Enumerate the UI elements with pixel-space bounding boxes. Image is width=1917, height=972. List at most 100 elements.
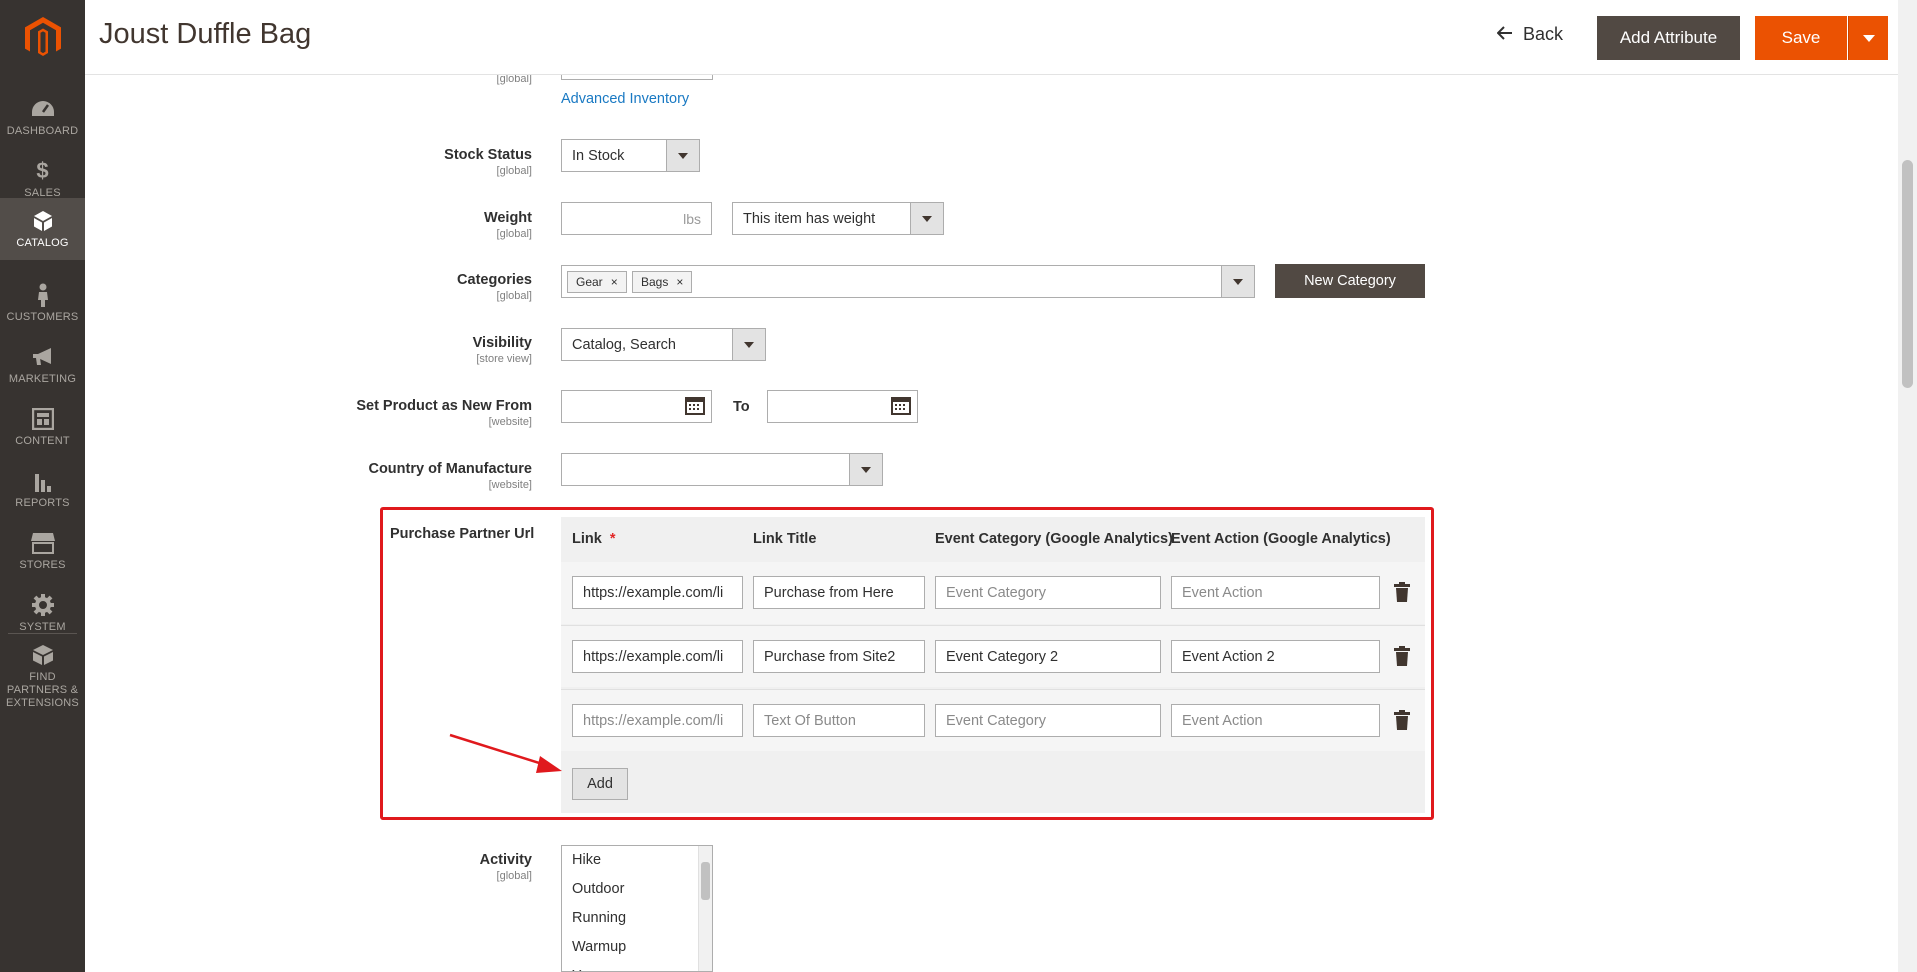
person-icon xyxy=(30,283,56,307)
table-row: https://example.com/li Purchase from Sit… xyxy=(561,625,1425,687)
page-scrollbar[interactable] xyxy=(1898,0,1917,972)
new-category-button[interactable]: New Category xyxy=(1275,264,1425,298)
list-item[interactable]: Running xyxy=(572,910,626,926)
back-label: Back xyxy=(1523,24,1564,44)
field-scope: [global] xyxy=(496,165,532,177)
purchase-partner-grid: Link * Link Title Event Category (Google… xyxy=(561,517,1425,813)
table-row: https://example.com/li Text Of Button Ev… xyxy=(561,689,1425,751)
categories-select[interactable]: Gear × Bags × xyxy=(561,265,1255,298)
stock-status-label: Stock Status xyxy=(444,147,532,163)
categories-label: Categories xyxy=(457,272,532,288)
tag-label: Gear xyxy=(576,275,603,289)
scrollbar-thumb[interactable] xyxy=(1902,160,1913,388)
trash-icon[interactable] xyxy=(1394,646,1410,666)
sidebar-item-stores[interactable]: Stores xyxy=(0,520,85,582)
dollar-icon: $ xyxy=(36,157,49,183)
megaphone-icon xyxy=(30,345,56,369)
field-scope: [global] xyxy=(496,870,532,882)
list-item[interactable]: Hike xyxy=(572,852,601,868)
link-input[interactable]: https://example.com/li xyxy=(572,640,743,673)
add-row-button[interactable]: Add xyxy=(572,768,628,800)
calendar-icon[interactable] xyxy=(685,395,705,419)
sidebar-item-label: Catalog xyxy=(16,236,69,249)
column-header-title: Link Title xyxy=(753,531,817,547)
boxes-icon xyxy=(30,643,56,667)
list-item[interactable]: Outdoor xyxy=(572,881,624,897)
link-title-input[interactable]: Text Of Button xyxy=(753,704,925,737)
stock-status-select[interactable]: In Stock xyxy=(561,139,700,172)
event-action-input[interactable]: Event Action xyxy=(1171,704,1380,737)
sidebar-item-system[interactable]: System xyxy=(0,582,85,644)
cube-icon xyxy=(30,209,56,233)
event-category-input[interactable]: Event Category 2 xyxy=(935,640,1161,673)
gear-icon xyxy=(30,593,56,617)
column-header-action: Event Action (Google Analytics) xyxy=(1171,531,1391,547)
column-header-category: Event Category (Google Analytics) xyxy=(935,531,1173,547)
list-item[interactable]: Warmup xyxy=(572,939,626,955)
remove-tag-icon[interactable]: × xyxy=(676,275,683,289)
sidebar: Dashboard $ Sales Catalog Customers Mark… xyxy=(0,0,85,972)
annotation-arrow-icon xyxy=(449,733,562,773)
calendar-icon[interactable] xyxy=(891,395,911,419)
link-title-input[interactable]: Purchase from Here xyxy=(753,576,925,609)
arrow-left-icon xyxy=(1496,24,1513,45)
page-header: Joust Duffle Bag Back Add Attribute Save xyxy=(85,0,1898,75)
select-value: This item has weight xyxy=(743,211,876,227)
new-from-label: Set Product as New From xyxy=(356,398,532,414)
back-button[interactable]: Back xyxy=(1496,24,1564,45)
event-category-input[interactable]: Event Category xyxy=(935,576,1161,609)
scrollbar[interactable] xyxy=(698,846,712,971)
trash-icon[interactable] xyxy=(1394,582,1410,602)
weight-type-select[interactable]: This item has weight xyxy=(732,202,944,235)
trash-icon[interactable] xyxy=(1394,710,1410,730)
sidebar-item-label: Marketing xyxy=(8,372,77,385)
remove-tag-icon[interactable]: × xyxy=(611,275,618,289)
sidebar-item-marketing[interactable]: Marketing xyxy=(0,334,85,396)
event-action-input[interactable]: Event Action xyxy=(1171,576,1380,609)
sidebar-item-label: Reports xyxy=(15,496,70,509)
save-options-toggle[interactable] xyxy=(1848,16,1888,60)
purchase-partner-label: Purchase Partner Url xyxy=(390,526,535,542)
storefront-icon xyxy=(30,531,56,555)
new-to-date-input[interactable] xyxy=(767,390,918,423)
activity-multiselect[interactable]: Hike Outdoor Running Warmup Y xyxy=(561,845,713,972)
page-title: Joust Duffle Bag xyxy=(99,18,312,50)
weight-label: Weight xyxy=(483,210,532,226)
link-input[interactable]: https://example.com/li xyxy=(572,704,743,737)
add-attribute-button[interactable]: Add Attribute xyxy=(1597,16,1740,60)
event-action-input[interactable]: Event Action 2 xyxy=(1171,640,1380,673)
sidebar-item-label: Dashboard xyxy=(6,124,79,137)
advanced-inventory-link[interactable]: Advanced Inventory xyxy=(561,91,689,107)
event-category-input[interactable]: Event Category xyxy=(935,704,1161,737)
bar-chart-icon xyxy=(30,469,56,493)
to-label: To xyxy=(733,399,750,415)
field-scope: [website] xyxy=(488,416,532,428)
weight-input[interactable]: lbs xyxy=(561,202,712,235)
sidebar-item-reports[interactable]: Reports xyxy=(0,458,85,520)
visibility-select[interactable]: Catalog, Search xyxy=(561,328,766,361)
sidebar-item-catalog[interactable]: Catalog xyxy=(0,198,85,260)
link-input[interactable]: https://example.com/li xyxy=(572,576,743,609)
magento-logo[interactable] xyxy=(0,0,85,75)
chevron-down-icon xyxy=(1221,266,1254,297)
sidebar-item-content[interactable]: Content xyxy=(0,396,85,458)
sidebar-item-customers[interactable]: Customers xyxy=(0,272,85,334)
chevron-down-icon xyxy=(910,203,943,234)
sidebar-item-label: Customers xyxy=(6,310,79,323)
layout-icon xyxy=(30,407,56,431)
sidebar-item-partners[interactable]: Find Partners & Extensions xyxy=(0,638,85,714)
link-title-input[interactable]: Purchase from Site2 xyxy=(753,640,925,673)
sidebar-item-label: Find Partners & Extensions xyxy=(6,670,79,709)
select-value: In Stock xyxy=(572,148,625,164)
new-from-date-input[interactable] xyxy=(561,390,712,423)
save-button[interactable]: Save xyxy=(1755,16,1847,60)
chevron-down-icon xyxy=(732,329,765,360)
chevron-down-icon xyxy=(849,454,882,485)
sidebar-item-label: Stores xyxy=(19,558,66,571)
field-scope: [global] xyxy=(496,228,532,240)
sidebar-item-label: System xyxy=(19,620,66,633)
magento-logo-icon xyxy=(24,16,61,56)
list-item[interactable]: Y xyxy=(572,968,582,971)
country-select[interactable] xyxy=(561,453,883,486)
sidebar-item-dashboard[interactable]: Dashboard xyxy=(0,86,85,148)
